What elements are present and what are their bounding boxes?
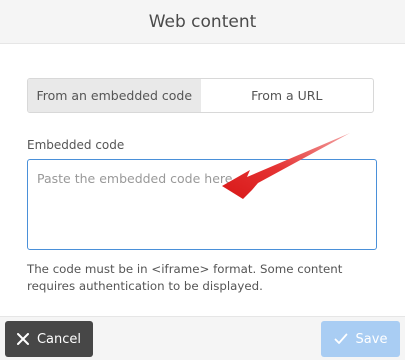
dialog-body: From an embedded code From a URL Embedde…	[0, 44, 405, 320]
web-content-dialog: Web content From an embedded code From a…	[0, 0, 405, 360]
tab-from-url[interactable]: From a URL	[201, 79, 374, 112]
dialog-title: Web content	[148, 11, 257, 32]
close-icon	[16, 333, 29, 345]
cancel-label: Cancel	[36, 331, 82, 347]
dialog-header: Web content	[0, 0, 405, 44]
check-icon	[334, 333, 348, 345]
tab-embedded-code[interactable]: From an embedded code	[28, 79, 201, 112]
embedded-code-label: Embedded code	[27, 138, 125, 152]
source-toggle: From an embedded code From a URL	[27, 78, 374, 113]
cancel-button[interactable]: Cancel	[5, 321, 93, 357]
embedded-code-input[interactable]	[27, 159, 377, 250]
save-button[interactable]: Save	[321, 321, 400, 357]
save-label: Save	[355, 331, 388, 347]
format-hint: The code must be in <iframe> format. Som…	[27, 262, 343, 293]
dialog-footer: Cancel Save	[0, 316, 405, 360]
